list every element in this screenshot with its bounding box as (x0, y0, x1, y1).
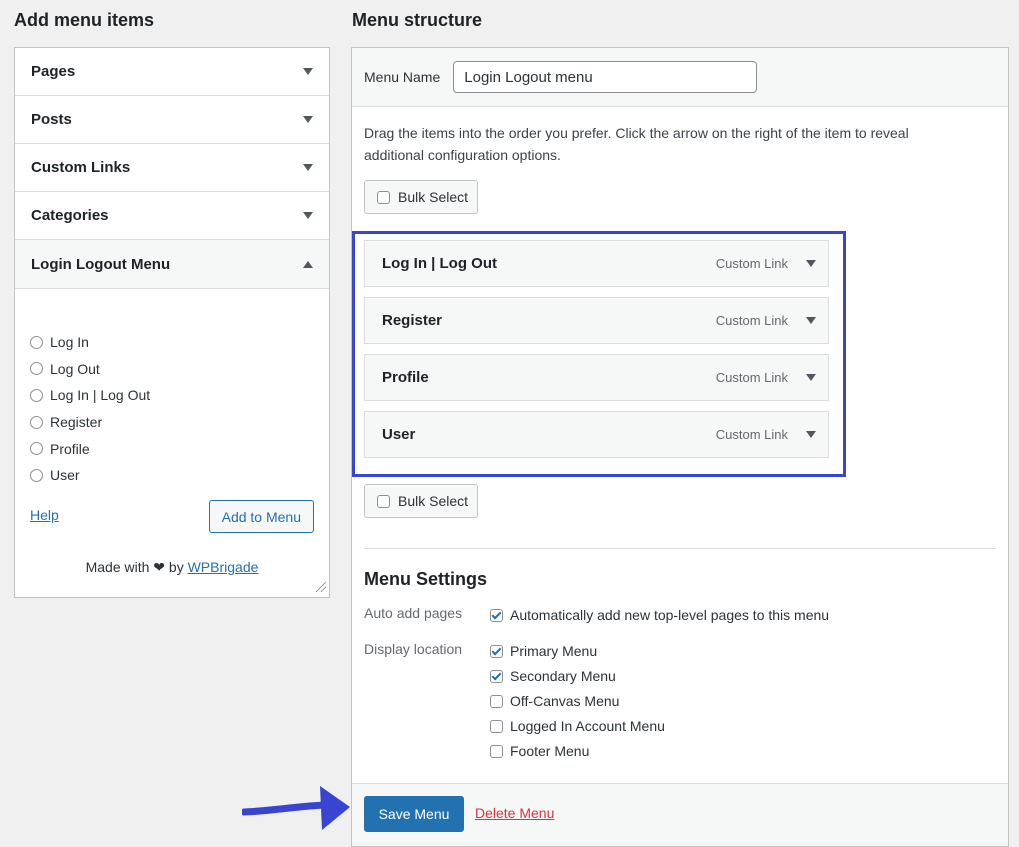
option-label: Logged In Account Menu (510, 718, 665, 734)
triangle-down-icon (303, 68, 313, 75)
drag-instructions: Drag the items into the order you prefer… (364, 125, 909, 163)
option-label: Footer Menu (510, 743, 590, 759)
menu-settings-title: Menu Settings (364, 569, 488, 589)
location-off-canvas-menu[interactable]: Off-Canvas Menu (490, 691, 619, 711)
accordion-label: Custom Links (31, 159, 131, 176)
heart-icon: ❤ (153, 559, 166, 575)
list-item-label: Register (50, 414, 103, 431)
menu-item-log-in-log-out[interactable]: Log In | Log Out Custom Link (364, 240, 829, 287)
menu-item-type: Custom Link (715, 313, 788, 328)
menu-item-user[interactable]: User Custom Link (364, 411, 829, 458)
menu-footer-bar: Save Menu Delete Menu (352, 783, 1008, 846)
made-with-text: Made with (85, 559, 150, 575)
triangle-down-icon[interactable] (806, 374, 816, 381)
checkbox[interactable] (490, 694, 503, 708)
help-link[interactable]: Help (30, 507, 59, 523)
checkbox[interactable] (30, 362, 43, 376)
list-item-label: User (50, 467, 80, 484)
list-item[interactable]: Register (30, 409, 150, 436)
triangle-down-icon[interactable] (806, 260, 816, 267)
accordion-label: Categories (31, 207, 109, 224)
delete-menu-link[interactable]: Delete Menu (475, 805, 554, 821)
add-to-menu-button[interactable]: Add to Menu (208, 500, 314, 533)
accordion-login-logout-menu[interactable]: Login Logout Menu (15, 240, 329, 289)
list-item[interactable]: Log In (30, 329, 150, 356)
accordion-pages[interactable]: Pages (15, 48, 329, 96)
menu-structure-panel: Menu Name Login Logout menu Drag the ite… (351, 47, 1009, 847)
location-secondary-menu[interactable]: Secondary Menu (490, 666, 616, 686)
triangle-down-icon (303, 116, 313, 123)
triangle-up-icon (303, 260, 313, 268)
option-label: Secondary Menu (510, 668, 616, 684)
resize-handle-icon[interactable] (316, 582, 326, 592)
list-item-label: Log Out (50, 360, 100, 377)
option-label: Automatically add new top-level pages to… (510, 607, 830, 623)
menu-item-title: Register (382, 312, 443, 329)
checkbox[interactable] (377, 190, 390, 204)
add-menu-items-accordion: Pages Posts Custom Links Categories Logi… (14, 47, 330, 598)
bulk-select-label: Bulk Select (398, 493, 469, 509)
by-text: by (168, 559, 184, 575)
made-with-credit: Made with ❤ by WPBrigade (15, 559, 329, 576)
checkbox[interactable] (490, 669, 503, 683)
menu-name-input[interactable]: Login Logout menu (453, 61, 758, 93)
checkbox[interactable] (490, 644, 503, 658)
triangle-down-icon[interactable] (806, 431, 816, 438)
option-label: Primary Menu (510, 643, 598, 659)
list-item-label: Log In (50, 334, 89, 351)
menu-item-profile[interactable]: Profile Custom Link (364, 354, 829, 401)
option-label: Off-Canvas Menu (510, 693, 620, 709)
checkbox[interactable] (490, 719, 503, 733)
checkbox[interactable] (30, 335, 43, 349)
bulk-select-label: Bulk Select (398, 189, 469, 205)
triangle-down-icon (303, 212, 313, 219)
list-item[interactable]: Log Out (30, 356, 150, 383)
bulk-select-button-bottom[interactable]: Bulk Select (364, 484, 478, 518)
auto-add-pages-label: Auto add pages (364, 605, 463, 621)
list-item[interactable]: User (30, 462, 150, 489)
bulk-select-button-top[interactable]: Bulk Select (364, 180, 478, 214)
settings-divider (364, 548, 996, 549)
checkbox[interactable] (490, 744, 503, 758)
display-location-label: Display location (364, 641, 463, 657)
login-logout-menu-panel: Log In Log Out Log In | Log Out Register… (15, 289, 329, 595)
menu-item-type: Custom Link (715, 256, 788, 271)
wpbrigade-link[interactable]: WPBrigade (188, 559, 259, 575)
checkbox[interactable] (30, 388, 43, 402)
auto-add-pages-option[interactable]: Automatically add new top-level pages to… (490, 605, 829, 625)
checkbox[interactable] (30, 442, 43, 456)
menu-item-title: User (382, 426, 416, 443)
accordion-categories[interactable]: Categories (15, 192, 329, 240)
menu-structure-heading: Menu structure (352, 10, 483, 30)
menu-item-title: Log In | Log Out (382, 255, 497, 272)
save-menu-button[interactable]: Save Menu (364, 796, 464, 832)
accordion-label: Pages (31, 63, 76, 80)
location-footer-menu[interactable]: Footer Menu (490, 741, 589, 761)
accordion-custom-links[interactable]: Custom Links (15, 144, 329, 192)
list-item[interactable]: Profile (30, 435, 150, 462)
list-item-label: Profile (50, 440, 90, 457)
menu-name-label: Menu Name (364, 69, 441, 85)
menu-item-type: Custom Link (715, 427, 788, 442)
menu-item-register[interactable]: Register Custom Link (364, 297, 829, 344)
pointer-arrow-icon (242, 786, 350, 830)
triangle-down-icon[interactable] (806, 317, 816, 324)
location-primary-menu[interactable]: Primary Menu (490, 641, 597, 661)
accordion-label: Posts (31, 111, 72, 128)
menu-item-title: Profile (382, 369, 429, 386)
checkbox[interactable] (377, 494, 390, 508)
list-item[interactable]: Log In | Log Out (30, 382, 150, 409)
menu-item-type: Custom Link (715, 370, 788, 385)
triangle-down-icon (303, 164, 313, 171)
list-item-label: Log In | Log Out (50, 387, 151, 404)
accordion-label: Login Logout Menu (31, 255, 171, 273)
location-logged-in-account-menu[interactable]: Logged In Account Menu (490, 716, 665, 736)
add-menu-items-heading: Add menu items (14, 10, 155, 30)
accordion-posts[interactable]: Posts (15, 96, 329, 144)
checkbox[interactable] (30, 468, 43, 482)
login-logout-checklist: Log In Log Out Log In | Log Out Register… (30, 329, 150, 489)
checkbox[interactable] (30, 415, 43, 429)
menu-name-header: Menu Name Login Logout menu (352, 48, 1008, 107)
checkbox[interactable] (490, 608, 503, 622)
